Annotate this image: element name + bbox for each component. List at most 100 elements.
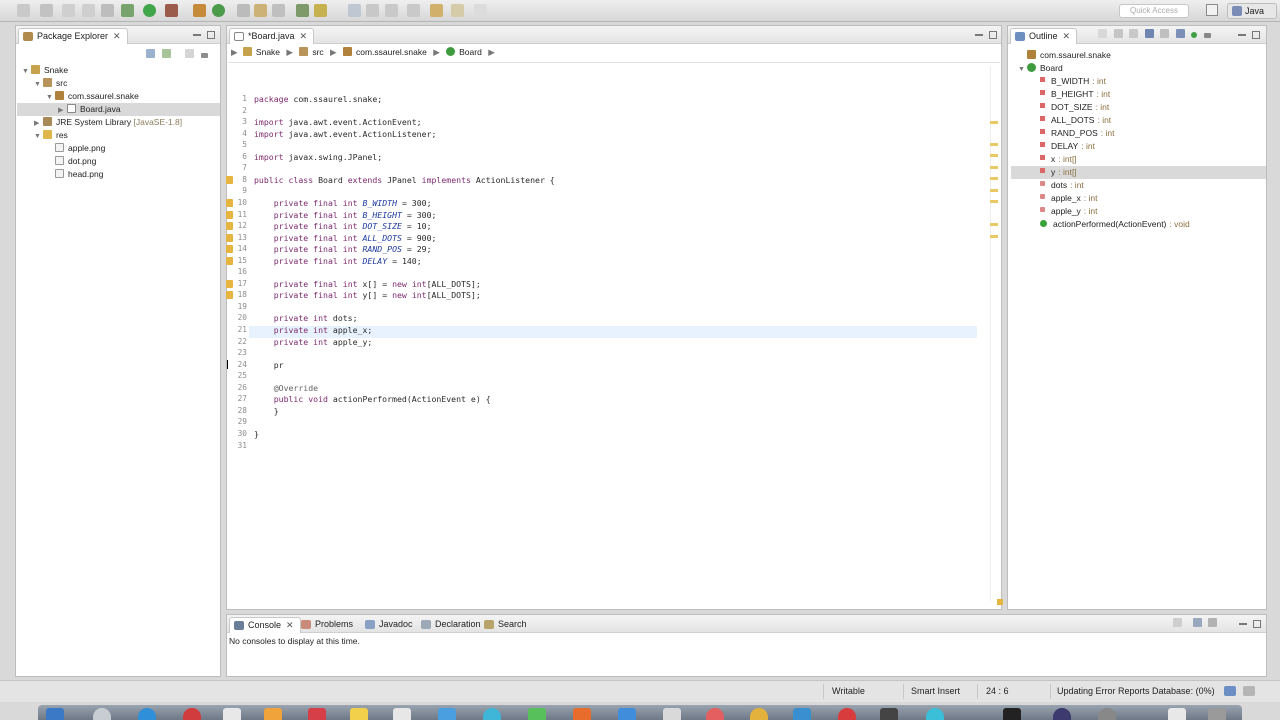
outline-item-dot-size[interactable]: DOT_SIZE: int: [1038, 101, 1109, 114]
prev-annotation-icon[interactable]: [407, 4, 420, 17]
outline-item-rand-pos[interactable]: RAND_POS: int: [1038, 127, 1114, 140]
code-line[interactable]: 29: [227, 417, 475, 429]
code-line[interactable]: 28 }: [227, 406, 475, 418]
code-line[interactable]: 17 private final int x[] = new int[ALL_D…: [226, 279, 481, 291]
hide-local-types-icon[interactable]: [1160, 29, 1170, 38]
save-icon[interactable]: [40, 4, 53, 17]
code-line[interactable]: 16: [227, 267, 475, 279]
document-icon[interactable]: [1168, 708, 1186, 720]
overview-warning-marker[interactable]: [990, 166, 998, 169]
outline-item-b-height[interactable]: B_HEIGHT: int: [1038, 88, 1110, 101]
code-line[interactable]: 13 private final int ALL_DOTS = 900;: [226, 233, 475, 245]
tree-item-apple-png[interactable]: apple.png: [55, 142, 105, 155]
run-icon[interactable]: [143, 4, 156, 17]
code-line[interactable]: 6 import javax.swing.JPanel;: [227, 152, 475, 164]
tab-console[interactable]: Console ✕: [229, 617, 301, 633]
overview-warning-marker[interactable]: [990, 154, 998, 157]
code-line[interactable]: 12 private final int DOT_SIZE = 10;: [226, 221, 475, 233]
tab-declaration[interactable]: Declaration: [417, 617, 487, 633]
pin-console-icon[interactable]: [1173, 618, 1182, 627]
progress-icon[interactable]: [1224, 686, 1236, 696]
facetime-icon[interactable]: [528, 708, 546, 720]
launchpad-icon[interactable]: [93, 708, 111, 720]
app-icon[interactable]: [838, 708, 856, 720]
new-package-icon[interactable]: [193, 4, 206, 17]
minimize-icon[interactable]: [1238, 33, 1246, 36]
code-line[interactable]: 20 private int dots;: [227, 313, 475, 325]
open-folder-icon[interactable]: [254, 4, 267, 17]
app-icon[interactable]: [793, 708, 811, 720]
hide-static-icon[interactable]: [1129, 29, 1139, 38]
code-line[interactable]: 1 package com.ssaurel.snake;: [227, 94, 475, 106]
tab-search[interactable]: Search: [480, 617, 533, 633]
wrench-icon[interactable]: [101, 4, 114, 17]
outline-item-com-ssaurel-snake[interactable]: com.ssaurel.snake: [1027, 49, 1111, 62]
link-with-editor-icon[interactable]: [1175, 29, 1185, 38]
minimize-icon[interactable]: [975, 33, 983, 36]
outline-item-dots[interactable]: dots: int: [1038, 179, 1084, 192]
tab-problems[interactable]: Problems: [297, 617, 359, 633]
save-all-icon[interactable]: [62, 4, 75, 17]
chrome-icon[interactable]: [183, 708, 201, 720]
minimize-icon[interactable]: [193, 33, 201, 36]
block-selection-icon[interactable]: [366, 4, 379, 17]
close-icon[interactable]: ✕: [286, 620, 294, 630]
close-icon[interactable]: ✕: [113, 31, 121, 41]
focus-icon[interactable]: [185, 49, 195, 58]
view-menu-icon[interactable]: [200, 53, 208, 58]
next-annotation-icon[interactable]: [385, 4, 398, 17]
maximize-icon[interactable]: [207, 30, 215, 39]
code-line[interactable]: 10 private final int B_WIDTH = 300;: [226, 198, 475, 210]
app-icon[interactable]: [706, 708, 724, 720]
method-filter-icon[interactable]: [1191, 32, 1198, 38]
print-icon[interactable]: [82, 4, 95, 17]
app-store-icon[interactable]: [618, 708, 636, 720]
forward-icon[interactable]: [451, 4, 464, 17]
open-perspective-icon[interactable]: [1206, 4, 1218, 16]
expand-arrow-icon[interactable]: ▼: [22, 65, 31, 78]
photos-icon[interactable]: [264, 708, 282, 720]
code-line[interactable]: 27 public void actionPerformed(ActionEve…: [227, 394, 491, 406]
collapse-all-icon[interactable]: [146, 49, 155, 58]
toggle-highlight-icon[interactable]: [314, 4, 327, 17]
app-icon[interactable]: [880, 708, 898, 720]
show-whitespace-icon[interactable]: [348, 4, 361, 17]
mail-icon[interactable]: [223, 708, 241, 720]
finder-icon[interactable]: [46, 708, 64, 720]
outline-item-all-dots[interactable]: ALL_DOTS: int: [1038, 114, 1111, 127]
open-type-icon[interactable]: [237, 4, 250, 17]
code-line[interactable]: 4 import java.awt.event.ActionListener;: [227, 129, 475, 141]
code-line[interactable]: 23: [227, 348, 475, 360]
code-line[interactable]: 25: [227, 371, 475, 383]
quick-access-input[interactable]: Quick Access: [1119, 4, 1189, 18]
progress-view-icon[interactable]: [1243, 686, 1255, 696]
outline-item-y[interactable]: y: int[]: [1011, 166, 1266, 179]
outline-item-delay[interactable]: DELAY: int: [1038, 140, 1095, 153]
java-perspective-button[interactable]: Java: [1227, 3, 1277, 19]
display-console-icon[interactable]: [1192, 618, 1202, 627]
code-line[interactable]: 31: [227, 441, 475, 453]
code-editor[interactable]: 1 package com.ssaurel.snake; 2 3 import java…: [226, 54, 1001, 609]
messages-icon[interactable]: [483, 708, 501, 720]
toggle-mark-occurrences-icon[interactable]: [296, 4, 309, 17]
warning-summary-icon[interactable]: [997, 599, 1003, 605]
code-line[interactable]: 22 private int apple_y;: [227, 337, 475, 349]
code-line[interactable]: 9: [227, 186, 475, 198]
terminal-icon[interactable]: [1003, 708, 1021, 720]
new-class-icon[interactable]: [212, 4, 225, 17]
hide-fields-icon[interactable]: [1098, 29, 1107, 38]
maps-icon[interactable]: [438, 708, 456, 720]
tree-item-src[interactable]: ▼ src: [34, 77, 67, 90]
code-line[interactable]: 14 private final int RAND_POS = 29;: [226, 244, 475, 256]
close-icon[interactable]: ✕: [300, 31, 308, 41]
code-line[interactable]: 24 pr: [227, 359, 987, 372]
code-line[interactable]: 19: [227, 302, 475, 314]
code-line[interactable]: 26 @Override: [227, 383, 475, 395]
outline-item-apple-x[interactable]: apple_x: int: [1038, 192, 1097, 205]
tab-board-java[interactable]: *Board.java ✕: [229, 28, 315, 44]
minimize-icon[interactable]: [1239, 622, 1247, 625]
overview-warning-marker[interactable]: [990, 189, 998, 192]
expand-arrow-icon[interactable]: ▼: [1018, 63, 1027, 76]
code-line[interactable]: 5: [227, 140, 475, 152]
preferences-icon[interactable]: [663, 708, 681, 720]
